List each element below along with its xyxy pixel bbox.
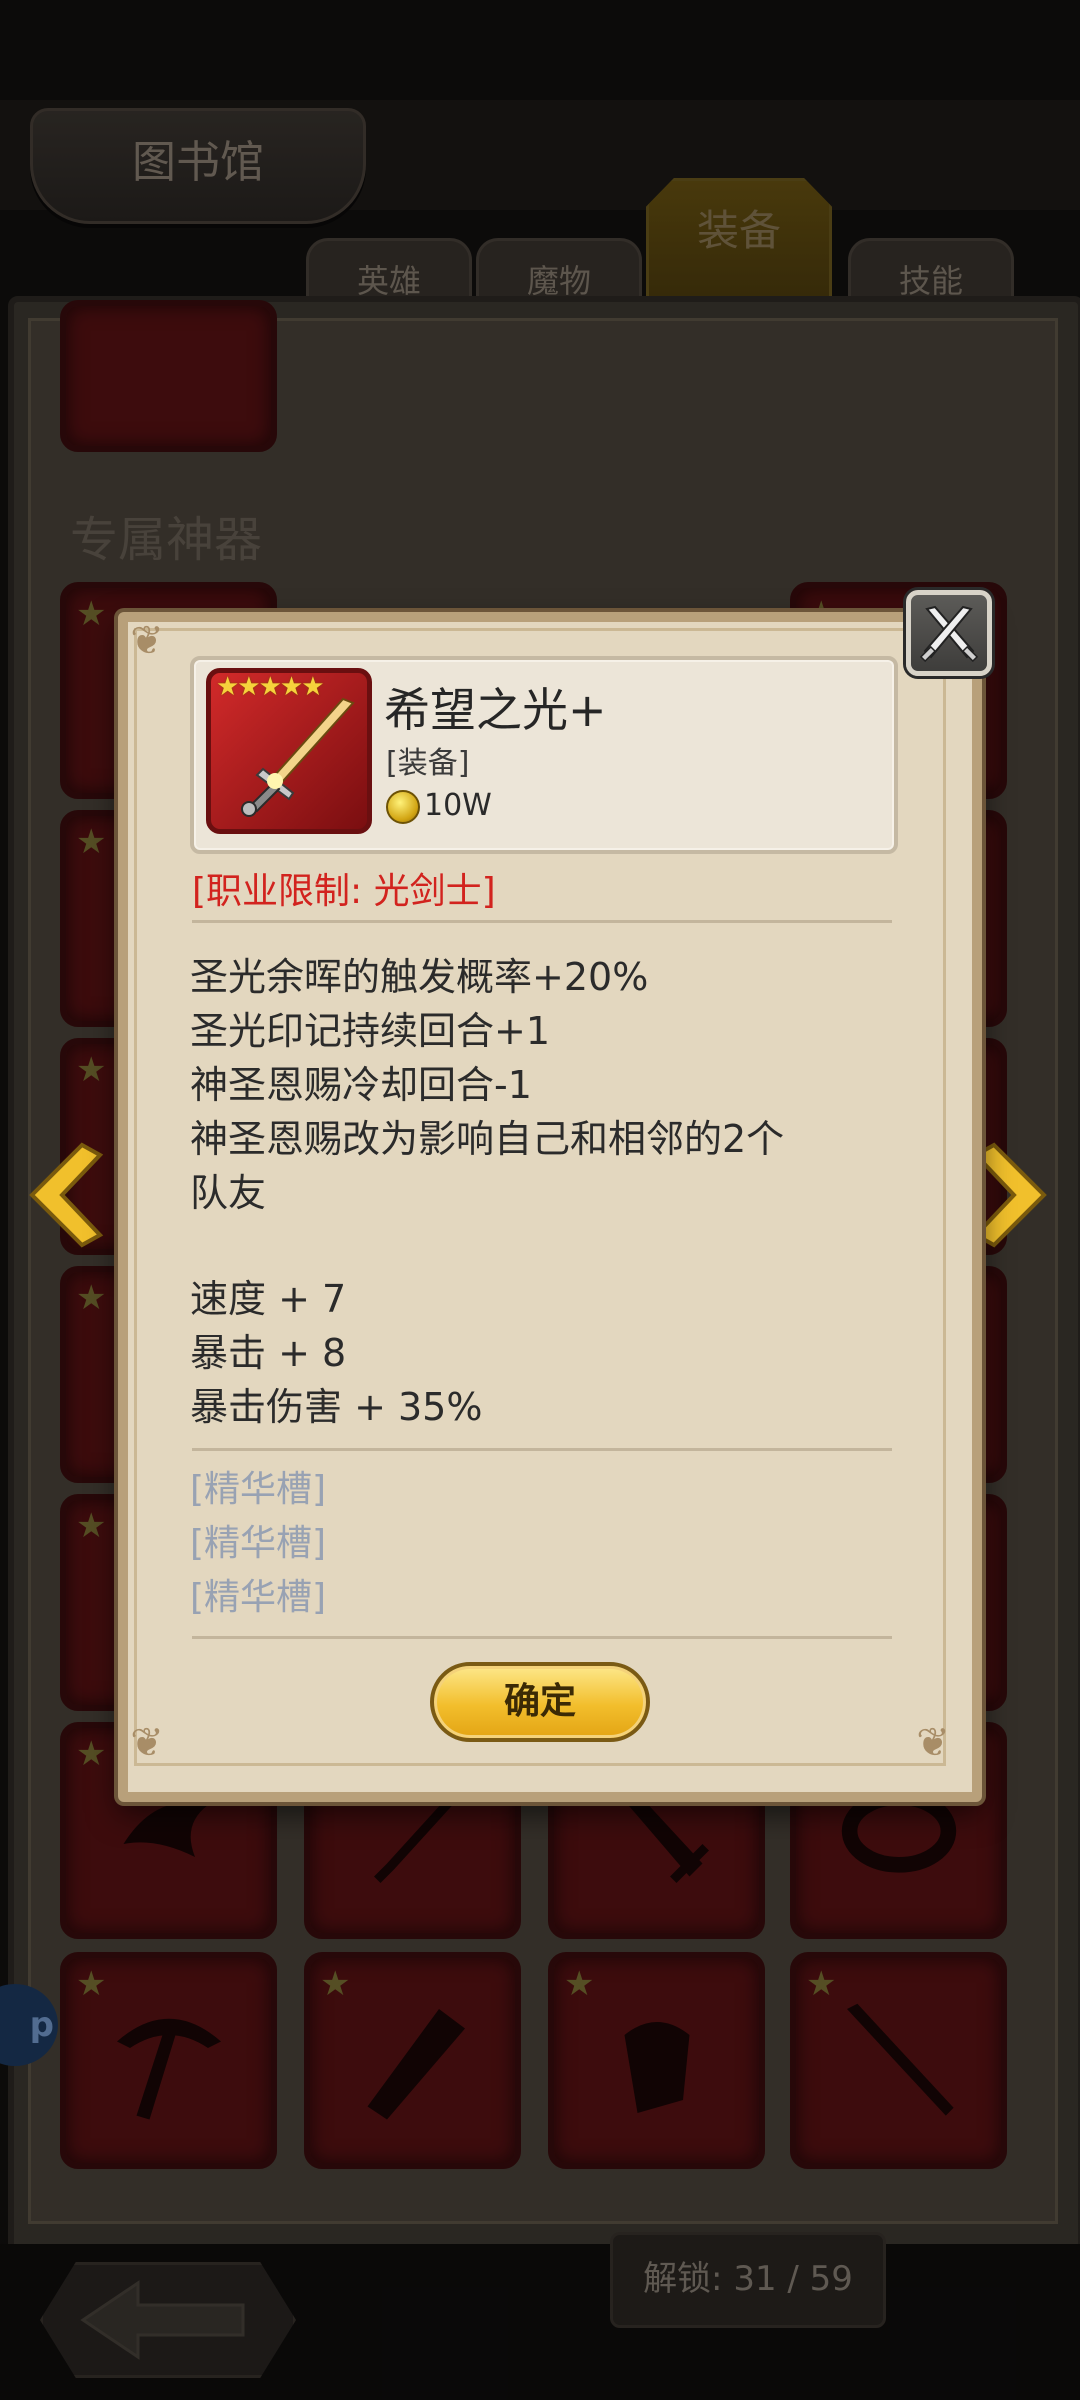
- close-button[interactable]: [906, 590, 992, 676]
- corner-ornament-icon: ❦: [130, 1720, 164, 1766]
- essence-slot[interactable]: [精华槽]: [190, 1514, 326, 1566]
- stat-line: 速度 + 7: [190, 1277, 347, 1321]
- stat-line: 暴击 + 8: [190, 1331, 347, 1375]
- divider: [192, 1448, 892, 1451]
- effect-line: 队友: [190, 1171, 267, 1215]
- confirm-button[interactable]: 确定: [430, 1662, 650, 1742]
- effect-line: 圣光印记持续回合+1: [190, 1009, 551, 1053]
- item-name: 希望之光+: [384, 683, 607, 737]
- divider: [192, 1636, 892, 1639]
- stat-line: 暴击伤害 + 35%: [190, 1385, 483, 1429]
- divider: [192, 920, 892, 923]
- item-price: 10W: [424, 788, 492, 823]
- essence-slot[interactable]: [精华槽]: [190, 1460, 326, 1512]
- job-restriction: [职业限制: 光剑士]: [192, 871, 496, 912]
- effect-line: 圣光余晖的触发概率+20%: [190, 955, 649, 999]
- gold-coin-icon: [386, 790, 420, 824]
- essence-slot[interactable]: [精华槽]: [190, 1568, 326, 1620]
- chevron-left-icon[interactable]: [12, 1140, 104, 1250]
- item-type: [装备]: [386, 746, 470, 781]
- effect-line: 神圣恩赐冷却回合-1: [190, 1063, 532, 1107]
- crossed-swords-close-icon: [919, 605, 979, 663]
- effect-line: 神圣恩赐改为影响自己和相邻的2个: [190, 1117, 785, 1161]
- chevron-right-icon[interactable]: [972, 1140, 1064, 1250]
- rarity-stars: ★★★★★: [216, 672, 325, 702]
- corner-ornament-icon: ❦: [130, 618, 164, 664]
- corner-ornament-icon: ❦: [916, 1720, 950, 1766]
